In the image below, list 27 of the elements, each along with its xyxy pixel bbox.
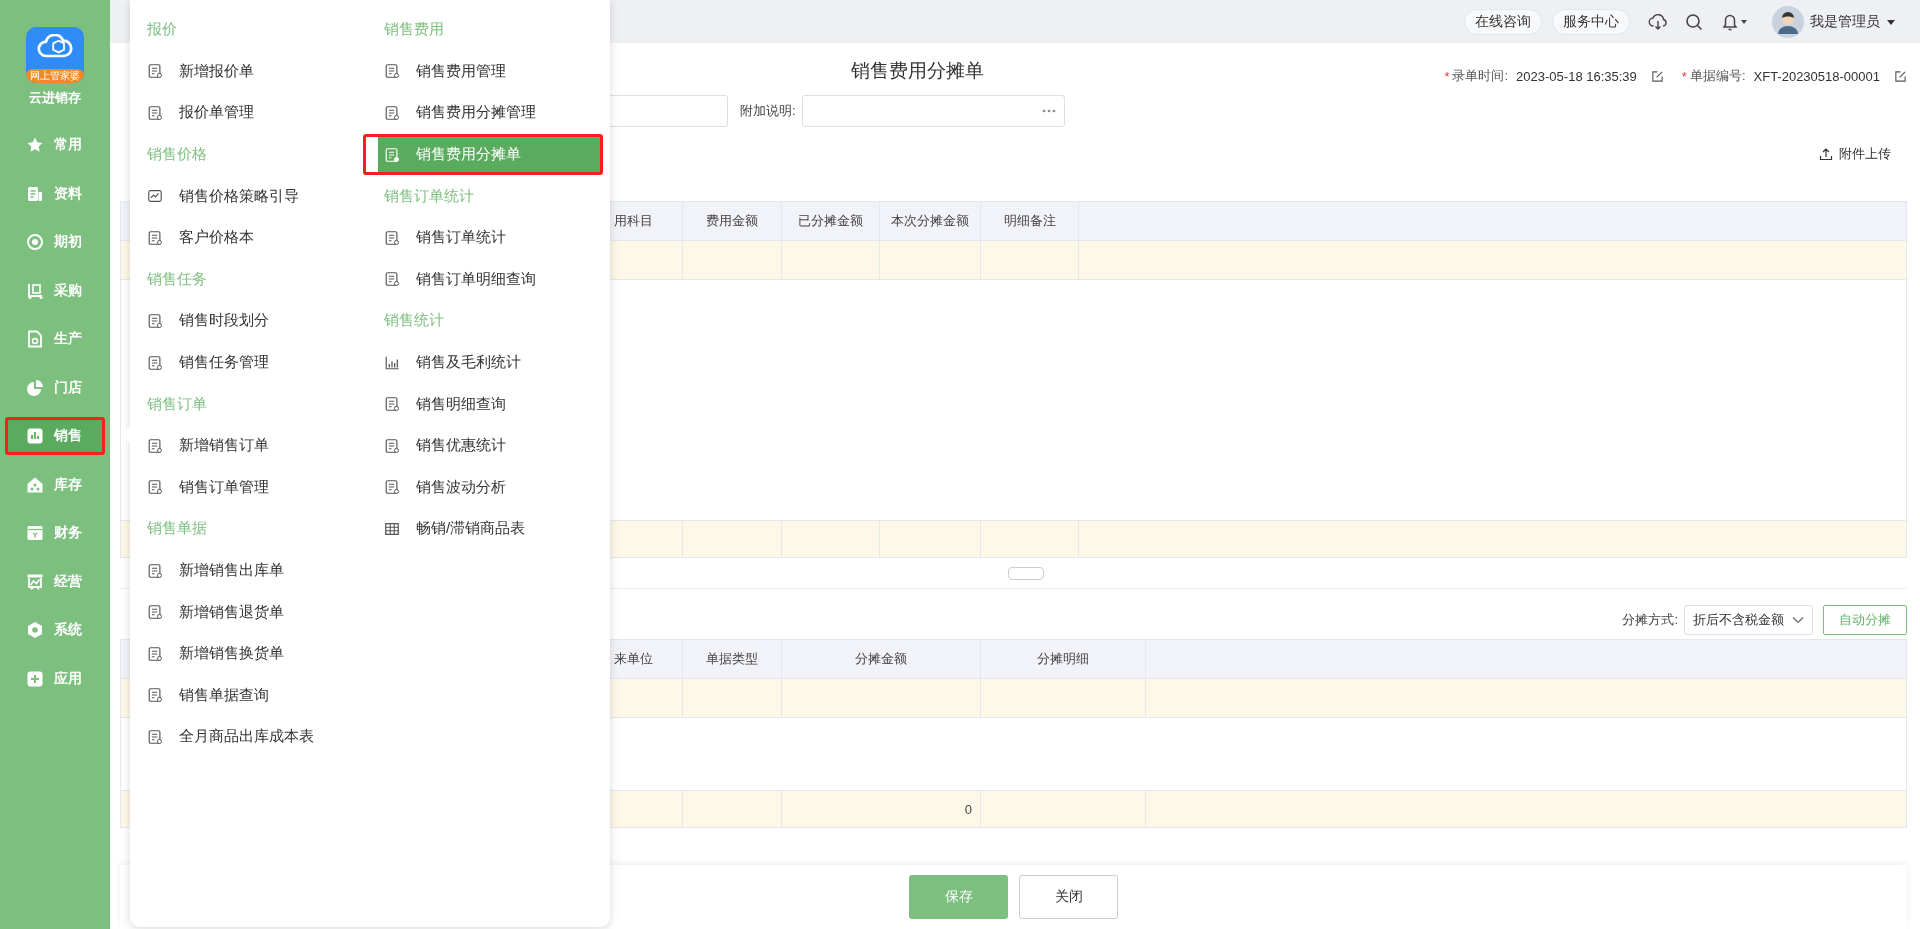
field-label: 单据编号: bbox=[1689, 67, 1746, 85]
menu-section-title: 销售费用 bbox=[384, 19, 445, 40]
menu-section-title: 销售单据 bbox=[147, 518, 208, 539]
column-header: 单据类型 bbox=[683, 640, 782, 678]
column-header: 本次分摊金额 bbox=[880, 202, 981, 240]
page-title: 销售费用分摊单 bbox=[851, 59, 984, 83]
field-label: 分摊方式: bbox=[1622, 611, 1678, 629]
menu-section-title: 销售统计 bbox=[384, 310, 445, 331]
app-name: 云进销存 bbox=[29, 89, 81, 107]
column-header: 已分摊金额 bbox=[782, 202, 880, 240]
field-value: XFT-20230518-00001 bbox=[1753, 68, 1880, 84]
app-logo: 网上管家婆 bbox=[26, 27, 84, 83]
field-value: 2023-05-18 16:35:39 bbox=[1516, 68, 1637, 84]
field-label: 附加说明: bbox=[740, 102, 796, 120]
column-header: 费用金额 bbox=[683, 202, 782, 240]
menu-section-title: 销售价格 bbox=[147, 144, 208, 165]
total-value: 0 bbox=[964, 801, 972, 817]
required-mark: * bbox=[1444, 68, 1450, 84]
required-mark: * bbox=[1681, 68, 1687, 84]
field-label: 录单时间: bbox=[1452, 67, 1509, 85]
menu-section-title: 报价 bbox=[147, 19, 178, 40]
menu-section-title: 销售任务 bbox=[147, 268, 208, 289]
menu-section-title: 销售订单 bbox=[147, 393, 208, 414]
column-header: 分摊明细 bbox=[981, 640, 1146, 678]
menu-section-title: 销售订单统计 bbox=[384, 185, 475, 206]
column-header: 分摊金额 bbox=[782, 640, 981, 678]
column-header: 明细备注 bbox=[981, 202, 1079, 240]
